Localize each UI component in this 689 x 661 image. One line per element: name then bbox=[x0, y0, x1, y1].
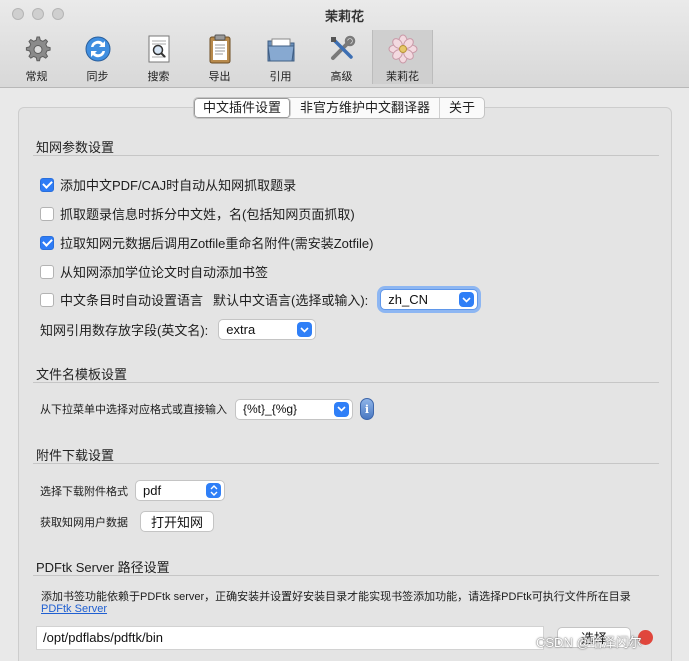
attachment-format-row: 选择下载附件格式 pdf bbox=[40, 480, 225, 501]
filename-template-select[interactable]: {%t}_{%g} bbox=[235, 398, 353, 420]
gear-icon bbox=[25, 36, 51, 62]
filename-template-label: 从下拉菜单中选择对应格式或直接输入 bbox=[40, 404, 227, 416]
user-data-label: 获取知网用户数据 bbox=[40, 516, 128, 529]
default-language-label: 默认中文语言(选择或输入): bbox=[213, 293, 369, 308]
chevron-down-icon bbox=[297, 322, 313, 337]
option-zotfile-rename[interactable]: 拉取知网元数据后调用Zotfile重命名附件(需安装Zotfile) bbox=[40, 233, 373, 252]
checkbox-unchecked[interactable] bbox=[40, 206, 54, 221]
tab-about[interactable]: 关于 bbox=[440, 98, 484, 118]
section-divider bbox=[33, 382, 659, 383]
cnki-section-heading: 知网参数设置 bbox=[36, 140, 115, 155]
pdftk-description: 添加书签功能依赖于PDFtk server，正确安装并设置好安装目录才能实现书签… bbox=[41, 588, 631, 604]
pdftk-link-row: PDFtk Server bbox=[41, 603, 107, 615]
toolbar-label: 同步 bbox=[86, 71, 109, 83]
sync-icon bbox=[85, 36, 110, 62]
section-divider bbox=[33, 463, 659, 464]
toolbar-label: 搜索 bbox=[147, 71, 170, 83]
toolbar-label: 引用 bbox=[269, 71, 292, 83]
preferences-toolbar: 常规 同步 搜索 导出 引用 高级 茉莉花 bbox=[6, 30, 433, 84]
toolbar-advanced[interactable]: 高级 bbox=[311, 30, 372, 84]
window-title: 茉莉花 bbox=[324, 9, 364, 24]
filename-section-heading: 文件名模板设置 bbox=[36, 367, 128, 382]
settings-tabs: 中文插件设置 非官方维护中文翻译器 关于 bbox=[193, 97, 486, 119]
jasmine-flower-icon bbox=[388, 34, 417, 64]
attachment-format-select[interactable]: pdf bbox=[135, 480, 225, 501]
tab-chinese-plugin-settings[interactable]: 中文插件设置 bbox=[194, 98, 292, 118]
option-label: 从知网添加学位论文时自动添加书签 bbox=[60, 265, 269, 280]
option-auto-fetch[interactable]: 添加中文PDF/CAJ时自动从知网抓取题录 bbox=[40, 175, 296, 194]
checkbox-checked[interactable] bbox=[40, 177, 54, 192]
info-icon[interactable]: i bbox=[360, 398, 374, 420]
option-thesis-bookmarks[interactable]: 从知网添加学位论文时自动添加书签 bbox=[40, 262, 268, 281]
toolbar-label: 导出 bbox=[208, 71, 231, 83]
chevron-updown-icon bbox=[206, 483, 221, 498]
toolbar-jasmine[interactable]: 茉莉花 bbox=[372, 30, 433, 84]
chevron-down-icon bbox=[459, 292, 475, 307]
attachment-section-heading: 附件下载设置 bbox=[36, 448, 115, 463]
cite-field-select[interactable]: extra bbox=[218, 319, 317, 340]
chevron-down-icon bbox=[334, 401, 349, 417]
checkbox-unchecked[interactable] bbox=[40, 292, 54, 307]
select-value: pdf bbox=[143, 483, 162, 498]
pdftk-section-heading: PDFtk Server 路径设置 bbox=[36, 560, 170, 575]
checkbox-unchecked[interactable] bbox=[40, 264, 54, 279]
folder-icon bbox=[266, 38, 295, 62]
toolbar-general[interactable]: 常规 bbox=[6, 30, 67, 84]
toolbar-export[interactable]: 导出 bbox=[189, 30, 250, 84]
toolbar-cite[interactable]: 引用 bbox=[250, 30, 311, 84]
default-language-select[interactable]: zh_CN bbox=[380, 289, 479, 310]
option-auto-language[interactable]: 中文条目时自动设置语言 默认中文语言(选择或输入): zh_CN bbox=[40, 289, 479, 310]
toolbar-label: 茉莉花 bbox=[386, 71, 419, 83]
pdftk-path-field[interactable]: /opt/pdflabs/pdftk/bin bbox=[36, 626, 544, 650]
cite-field-label: 知网引用数存放字段(英文名): bbox=[40, 323, 209, 338]
clipboard-icon bbox=[209, 34, 230, 64]
toolbar-label: 高级 bbox=[330, 71, 353, 83]
select-value: extra bbox=[226, 322, 256, 337]
filename-template-row: 从下拉菜单中选择对应格式或直接输入 {%t}_{%g} i bbox=[40, 398, 374, 420]
option-label: 中文条目时自动设置语言 bbox=[60, 293, 204, 308]
open-cnki-button[interactable]: 打开知网 bbox=[140, 511, 215, 532]
select-value: {%t}_{%g} bbox=[243, 402, 298, 416]
checkbox-checked[interactable] bbox=[40, 235, 54, 250]
select-value: zh_CN bbox=[388, 292, 429, 307]
window-titlebar: 茉莉花 常规 同步 搜索 导出 引用 高级 茉莉花 bbox=[0, 0, 689, 88]
search-document-icon bbox=[148, 35, 169, 63]
toolbar-sync[interactable]: 同步 bbox=[67, 30, 128, 84]
toolbar-label: 常规 bbox=[25, 71, 48, 83]
watermark: CSDN @哈泽闪尔 bbox=[536, 635, 642, 650]
tab-unofficial-translators[interactable]: 非官方维护中文翻译器 bbox=[291, 98, 441, 118]
section-divider bbox=[33, 575, 659, 576]
attachment-format-label: 选择下载附件格式 bbox=[40, 485, 128, 498]
pdftk-description-text: 添加书签功能依赖于PDFtk server，正确安装并设置好安装目录才能实现书签… bbox=[41, 591, 631, 603]
toolbar-search[interactable]: 搜索 bbox=[128, 30, 189, 84]
pdftk-server-link[interactable]: PDFtk Server bbox=[41, 603, 107, 615]
tools-icon bbox=[330, 35, 355, 60]
section-divider bbox=[33, 155, 659, 156]
user-data-row: 获取知网用户数据 打开知网 bbox=[40, 511, 215, 532]
option-label: 添加中文PDF/CAJ时自动从知网抓取题录 bbox=[60, 178, 297, 193]
option-label: 抓取题录信息时拆分中文姓，名(包括知网页面抓取) bbox=[60, 207, 355, 222]
cite-field-row: 知网引用数存放字段(英文名): extra bbox=[40, 319, 317, 340]
option-split-name[interactable]: 抓取题录信息时拆分中文姓，名(包括知网页面抓取) bbox=[40, 204, 355, 223]
option-label: 拉取知网元数据后调用Zotfile重命名附件(需安装Zotfile) bbox=[60, 236, 374, 251]
